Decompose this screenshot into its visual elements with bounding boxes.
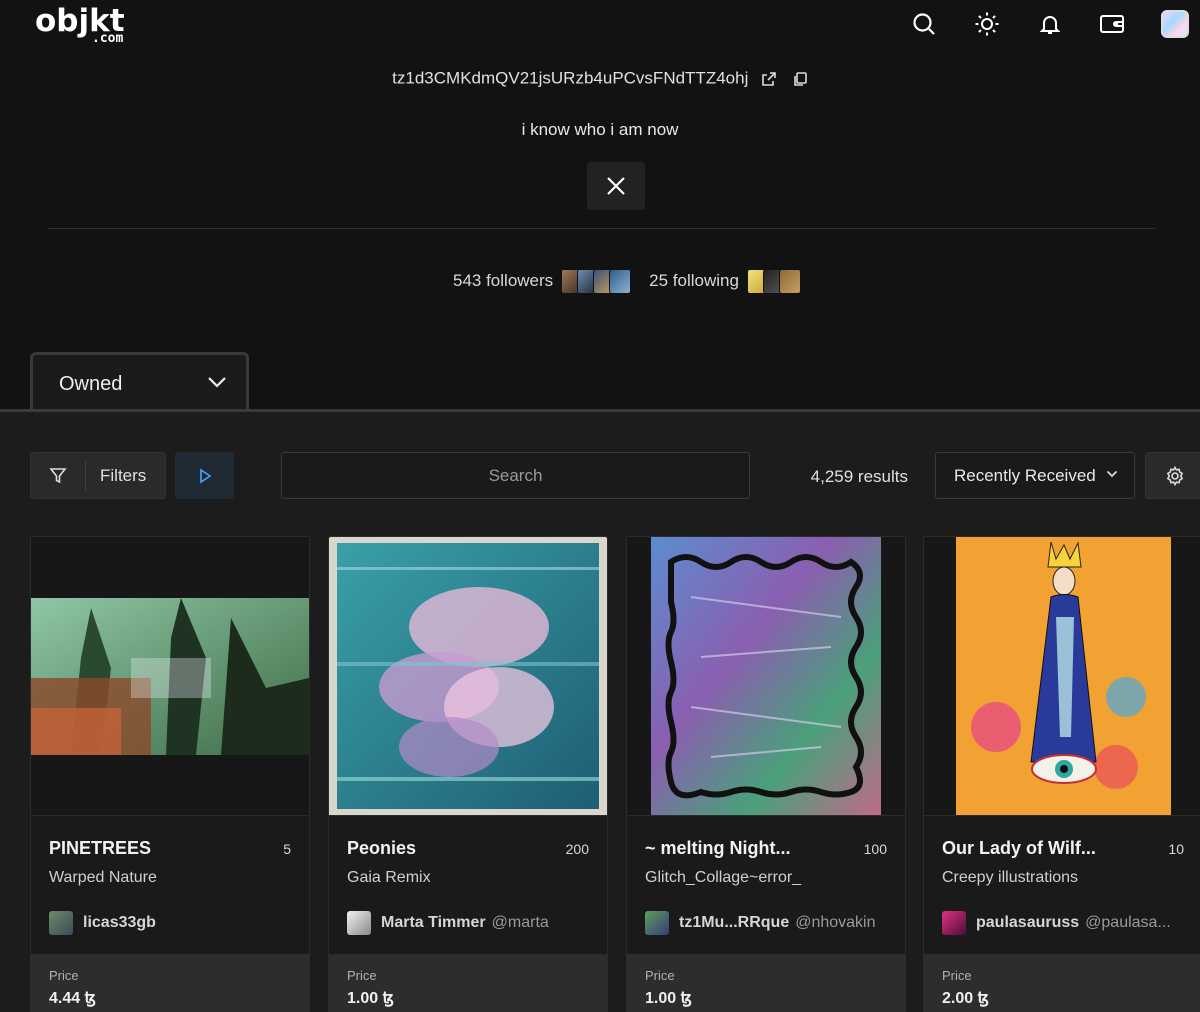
following-avatars[interactable] [746, 268, 801, 294]
creator-handle: @marta [491, 914, 549, 931]
chevron-down-icon [208, 377, 226, 388]
bell-icon[interactable] [1036, 10, 1064, 38]
copy-icon[interactable] [792, 71, 808, 87]
profile-header: objkt .com tz1d3CMKdmQV21jsURzb4uPCvsFNd… [0, 0, 1200, 412]
sort-label: Recently Received [954, 465, 1096, 485]
creator-row[interactable]: tz1Mu...RRque @nhovakin [645, 910, 895, 936]
search-input[interactable] [281, 452, 750, 499]
collection-name[interactable]: Warped Nature [49, 869, 157, 887]
creator-handle: @nhovakin [795, 914, 876, 931]
play-icon [199, 468, 211, 483]
artwork-title[interactable]: Peonies [347, 838, 537, 859]
owned-tab-dropdown[interactable]: Owned [30, 352, 249, 412]
gear-icon [1166, 465, 1184, 486]
price-label: Price [347, 968, 377, 983]
price-value: 2.00 ꜩ [942, 990, 989, 1007]
display-settings-button[interactable] [1145, 452, 1200, 499]
creator-name: paulasauruss [976, 914, 1080, 931]
artwork-info: ~ melting Night... 100 Glitch_Collage~er… [627, 815, 905, 955]
owned-tab-label: Owned [59, 373, 123, 395]
wallet-icon[interactable] [1098, 10, 1126, 38]
artwork-info: Our Lady of Wilf... 10 Creepy illustrati… [924, 815, 1200, 955]
collection-name[interactable]: Glitch_Collage~error_ [645, 869, 801, 887]
chevron-down-icon [1106, 470, 1118, 478]
sun-icon[interactable] [973, 10, 1001, 38]
creator-row[interactable]: Marta Timmer @marta [347, 910, 597, 936]
results-count: 4,259 results [810, 467, 908, 486]
price-label: Price [49, 968, 79, 983]
funnel-icon [31, 460, 86, 491]
price-value: 4.44 ꜩ [49, 990, 96, 1007]
filters-button[interactable]: Filters [30, 452, 166, 499]
collection-name[interactable]: Creepy illustrations [942, 869, 1078, 887]
artwork-card[interactable]: Our Lady of Wilf... 10 Creepy illustrati… [923, 536, 1200, 1012]
x-social-button[interactable] [587, 162, 645, 210]
creator-avatar [942, 911, 966, 935]
artwork-title[interactable]: ~ melting Night... [645, 838, 835, 859]
creator-row[interactable]: paulasauruss @paulasa... [942, 910, 1192, 936]
edition-count: 200 [565, 841, 589, 857]
artwork-card[interactable]: ~ melting Night... 100 Glitch_Collage~er… [626, 536, 906, 1012]
price-label: Price [645, 968, 675, 983]
social-stats: 543 followers 25 following [453, 266, 819, 296]
price-section: Price 2.00 ꜩ [924, 954, 1200, 1012]
creator-name: Marta Timmer [381, 914, 486, 931]
edition-count: 5 [283, 841, 291, 857]
price-section: Price 1.00 ꜩ [627, 954, 905, 1012]
followers-count[interactable]: 543 followers [453, 271, 553, 291]
gallery-section: Filters 4,259 results Recently Received [0, 412, 1200, 1012]
creator-avatar [347, 911, 371, 935]
price-value: 1.00 ꜩ [347, 990, 394, 1007]
slideshow-play-button[interactable] [175, 452, 234, 499]
artwork-title[interactable]: PINETREES [49, 838, 239, 859]
artwork-info: Peonies 200 Gaia Remix Marta Timmer @mar… [329, 815, 607, 955]
following-avatar [778, 268, 801, 294]
artwork-card[interactable]: PINETREES 5 Warped Nature licas33gb Pric… [30, 536, 310, 1012]
creator-name: licas33gb [83, 914, 156, 931]
wallet-address: tz1d3CMKdmQV21jsURzb4uPCvsFNdTTZ4ohj [392, 68, 749, 88]
artwork-info: PINETREES 5 Warped Nature licas33gb [31, 815, 309, 955]
followers-avatars[interactable] [561, 268, 632, 294]
creator-handle: @paulasa... [1085, 914, 1171, 931]
profile-divider [48, 228, 1155, 229]
collection-name[interactable]: Gaia Remix [347, 869, 431, 887]
user-avatar[interactable] [1161, 10, 1189, 38]
artwork-title[interactable]: Our Lady of Wilf... [942, 838, 1132, 859]
external-link-icon[interactable] [761, 71, 777, 87]
artwork-image[interactable] [329, 537, 607, 815]
search-icon[interactable] [910, 10, 938, 38]
sort-dropdown[interactable]: Recently Received [935, 452, 1135, 499]
price-value: 1.00 ꜩ [645, 990, 692, 1007]
artwork-image[interactable] [924, 537, 1200, 815]
creator-avatar [49, 911, 73, 935]
artwork-image[interactable] [31, 537, 309, 815]
logo-domain: .com [92, 31, 124, 46]
wallet-address-row: tz1d3CMKdmQV21jsURzb4uPCvsFNdTTZ4ohj [0, 68, 1200, 89]
following-count[interactable]: 25 following [649, 271, 739, 291]
profile-bio: i know who i am now [521, 120, 679, 139]
price-section: Price 1.00 ꜩ [329, 954, 607, 1012]
creator-name: tz1Mu...RRque [679, 914, 790, 931]
artwork-image[interactable] [627, 537, 905, 815]
objkt-logo[interactable]: objkt .com [35, 4, 125, 46]
price-label: Price [942, 968, 972, 983]
x-logo-icon [607, 177, 625, 195]
filters-label: Filters [100, 465, 147, 485]
follower-avatar [609, 268, 632, 294]
artwork-card[interactable]: Peonies 200 Gaia Remix Marta Timmer @mar… [328, 536, 608, 1012]
creator-row[interactable]: licas33gb [49, 910, 299, 936]
creator-avatar [645, 911, 669, 935]
edition-count: 10 [1168, 841, 1184, 857]
price-section: Price 4.44 ꜩ [31, 954, 309, 1012]
edition-count: 100 [863, 841, 887, 857]
top-nav: objkt .com [0, 0, 1200, 54]
